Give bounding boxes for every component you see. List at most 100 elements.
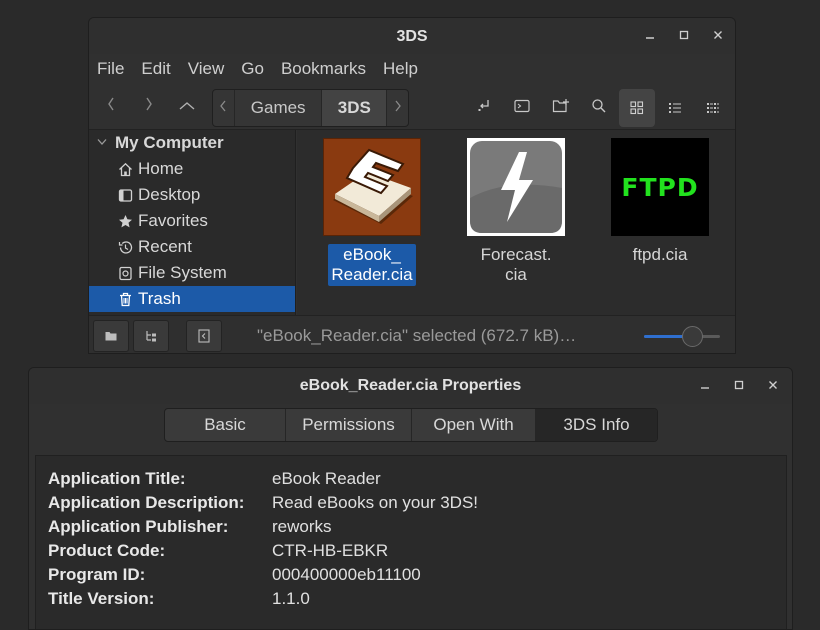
- tab-3ds-info[interactable]: 3DS Info: [536, 409, 657, 441]
- info-row: Program ID: 000400000eb11100: [48, 565, 421, 589]
- sidebar-item-label: File System: [138, 263, 227, 282]
- menu-file[interactable]: File: [97, 59, 132, 79]
- open-location-button[interactable]: [473, 94, 497, 118]
- file-item-ebook-reader[interactable]: eBook_ Reader.cia: [317, 137, 427, 286]
- info-row: Title Version: 1.1.0: [48, 589, 310, 613]
- file-manager-window: 3DS File Edit View Go Bookmarks Help Gam…: [88, 17, 736, 354]
- sidebar-section-my-computer[interactable]: My Computer: [89, 130, 295, 156]
- info-value: eBook Reader: [272, 469, 381, 488]
- sidebar-item-label: Favorites: [138, 211, 208, 230]
- status-bar: "eBook_Reader.cia" selected (672.7 kB)…: [89, 315, 735, 353]
- sidebar-item-favorites[interactable]: Favorites: [89, 208, 295, 234]
- info-label: Application Title:: [48, 469, 186, 488]
- info-value: CTR-HB-EBKR: [272, 541, 389, 560]
- menu-bookmarks[interactable]: Bookmarks: [281, 59, 374, 79]
- close-button[interactable]: [711, 27, 725, 43]
- sidebar-section-label: My Computer: [115, 133, 224, 152]
- forward-icon: [146, 97, 152, 111]
- status-text: "eBook_Reader.cia" selected (672.7 kB)…: [257, 326, 577, 345]
- home-icon: [118, 160, 138, 178]
- search-icon: [592, 99, 606, 113]
- forecast-app-icon: [467, 138, 565, 236]
- hide-sidebar-button[interactable]: [186, 320, 222, 352]
- list-view-button[interactable]: [657, 89, 693, 127]
- show-places-button[interactable]: [93, 320, 129, 352]
- sidebar-item-file-system[interactable]: File System: [89, 260, 295, 286]
- info-label: Application Description:: [48, 493, 245, 512]
- sidebar-item-label: Home: [138, 159, 184, 178]
- file-name-line1: Forecast.: [480, 245, 552, 264]
- window-title: 3DS: [396, 28, 428, 45]
- open-terminal-button[interactable]: [510, 94, 534, 118]
- close-button[interactable]: [766, 377, 780, 393]
- icon-view-button[interactable]: [619, 89, 655, 127]
- zoom-slider[interactable]: [644, 326, 720, 347]
- minimize-button[interactable]: [698, 377, 712, 393]
- ftpd-app-icon: FTPD: [611, 138, 709, 236]
- up-icon: [179, 102, 195, 110]
- tab-basic[interactable]: Basic: [165, 409, 286, 441]
- new-folder-button[interactable]: [549, 94, 573, 118]
- sidebar-toggle-icon: [198, 329, 210, 343]
- sidebar-item-label: Desktop: [138, 185, 201, 204]
- properties-titlebar[interactable]: eBook_Reader.cia Properties: [29, 368, 792, 404]
- search-button[interactable]: [587, 94, 611, 118]
- drive-icon: [118, 264, 138, 282]
- list-icon: [669, 103, 681, 113]
- tree-icon: [146, 331, 156, 342]
- minimize-button[interactable]: [643, 27, 657, 43]
- file-name-line2: cia: [505, 265, 527, 284]
- location-icon: [478, 100, 489, 111]
- titlebar[interactable]: 3DS: [89, 18, 735, 54]
- path-bar: Games 3DS: [212, 89, 409, 127]
- file-name-label: eBook_ Reader.cia: [328, 244, 416, 286]
- file-item-ftpd[interactable]: FTPD ftpd.cia: [605, 138, 715, 266]
- sidebar-item-trash[interactable]: Trash: [89, 286, 295, 312]
- info-value: 000400000eb11100: [272, 565, 421, 584]
- back-button[interactable]: [99, 92, 123, 120]
- menu-go[interactable]: Go: [241, 59, 272, 79]
- forward-button[interactable]: [137, 92, 161, 120]
- new-folder-icon: [552, 99, 569, 113]
- maximize-button[interactable]: [732, 377, 746, 393]
- sidebar-item-desktop[interactable]: Desktop: [89, 182, 295, 208]
- up-button[interactable]: [175, 92, 199, 120]
- info-label: Program ID:: [48, 565, 146, 584]
- sidebar-item-home[interactable]: Home: [89, 156, 295, 182]
- menu-edit[interactable]: Edit: [141, 59, 178, 79]
- path-crumb-3ds[interactable]: 3DS: [322, 90, 387, 126]
- menu-view[interactable]: View: [188, 59, 233, 79]
- menu-help[interactable]: Help: [383, 59, 426, 79]
- sidebar-item-label: Trash: [138, 289, 181, 308]
- compact-list-icon: [707, 103, 719, 113]
- sidebar: My Computer Home Desktop Favorites Recen…: [89, 130, 296, 315]
- info-row: Product Code: CTR-HB-EBKR: [48, 541, 388, 565]
- info-value: Read eBooks on your 3DS!: [272, 493, 479, 512]
- properties-title: eBook_Reader.cia Properties: [299, 377, 522, 394]
- maximize-button[interactable]: [677, 27, 691, 43]
- file-name-label: ftpd.cia: [630, 244, 691, 266]
- info-label: Title Version:: [48, 589, 155, 608]
- file-manager-body: My Computer Home Desktop Favorites Recen…: [89, 129, 735, 315]
- path-crumb-games[interactable]: Games: [235, 90, 323, 126]
- info-row: Application Publisher: reworks: [48, 517, 332, 541]
- file-item-forecast[interactable]: Forecast. cia: [461, 138, 571, 286]
- ftpd-icon-text: FTPD: [621, 172, 699, 202]
- info-value: 1.1.0: [272, 589, 310, 608]
- sidebar-item-recent[interactable]: Recent: [89, 234, 295, 260]
- compact-view-button[interactable]: [695, 89, 731, 127]
- path-scroll-left-button[interactable]: [213, 90, 235, 126]
- chevron-right-icon: [395, 100, 401, 112]
- folder-icon: [105, 332, 117, 341]
- info-label: Product Code:: [48, 541, 166, 560]
- tab-permissions[interactable]: Permissions: [286, 409, 412, 441]
- tab-open-with[interactable]: Open With: [412, 409, 536, 441]
- trash-icon: [118, 290, 138, 308]
- star-icon: [118, 212, 138, 230]
- desktop-icon: [118, 186, 138, 204]
- show-treeview-button[interactable]: [133, 320, 169, 352]
- info-panel: Application Title: eBook Reader Applicat…: [35, 455, 787, 629]
- zoom-slider-handle[interactable]: [681, 326, 703, 347]
- path-scroll-right-button[interactable]: [386, 90, 408, 126]
- toolbar: Games 3DS: [89, 84, 735, 128]
